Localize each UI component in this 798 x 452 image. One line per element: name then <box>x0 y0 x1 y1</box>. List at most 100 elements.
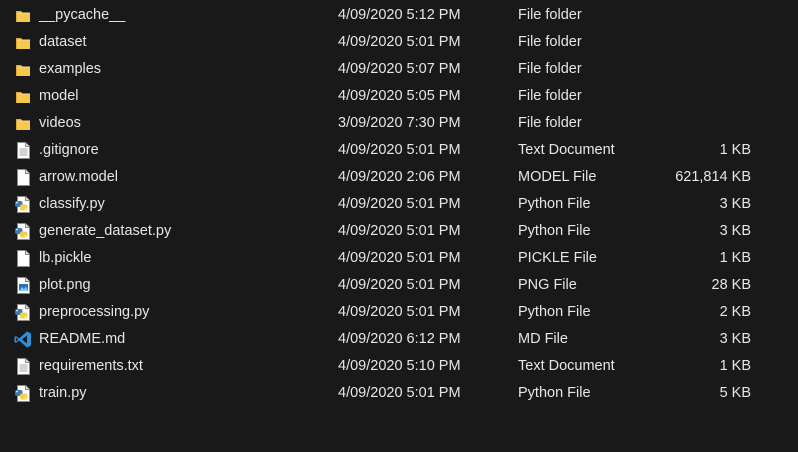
file-icon-cell <box>14 56 34 83</box>
file-size: 3 KB <box>719 331 751 347</box>
file-type: Text Document <box>518 358 615 374</box>
blank-file-icon <box>14 169 32 186</box>
file-size: 2 KB <box>719 304 751 320</box>
file-icon-cell <box>14 380 34 407</box>
file-size: 3 KB <box>719 223 751 239</box>
file-row[interactable]: .gitignore 4/09/2020 5:01 PM Text Document… <box>0 137 798 164</box>
python-file-icon <box>14 196 32 213</box>
python-file-icon <box>14 304 32 321</box>
folder-icon <box>14 61 32 78</box>
file-row[interactable]: dataset 4/09/2020 5:01 PM File folder <box>0 29 798 56</box>
file-row[interactable]: examples 4/09/2020 5:07 PM File folder <box>0 56 798 83</box>
file-row[interactable]: generate_dataset.py 4/09/2020 5:01 PM Pyth… <box>0 218 798 245</box>
file-row[interactable]: classify.py 4/09/2020 5:01 PM Python File 3… <box>0 191 798 218</box>
file-name: classify.py <box>39 196 105 212</box>
file-name: examples <box>39 61 102 77</box>
file-date-modified: 4/09/2020 5:01 PM <box>338 250 461 266</box>
file-date-modified: 4/09/2020 5:01 PM <box>338 385 461 401</box>
file-row[interactable]: arrow.model 4/09/2020 2:06 PM MODEL File 62… <box>0 164 798 191</box>
file-type: MODEL File <box>518 169 597 185</box>
file-name: .gitignore <box>39 142 99 158</box>
file-name: requirements.txt <box>39 358 143 374</box>
folder-icon <box>14 34 32 51</box>
file-type: File folder <box>518 7 582 23</box>
python-file-icon <box>14 385 32 402</box>
file-date-modified: 4/09/2020 5:01 PM <box>338 142 461 158</box>
file-type: File folder <box>518 34 582 50</box>
file-type: File folder <box>518 61 582 77</box>
file-date-modified: 4/09/2020 5:05 PM <box>338 88 461 104</box>
file-icon-cell <box>14 2 34 29</box>
file-type: Python File <box>518 196 591 212</box>
file-name: videos <box>39 115 81 131</box>
file-date-modified: 4/09/2020 5:01 PM <box>338 196 461 212</box>
file-date-modified: 4/09/2020 5:07 PM <box>338 61 461 77</box>
file-row[interactable]: README.md 4/09/2020 6:12 PM MD File 3 KB <box>0 326 798 353</box>
image-file-icon <box>14 277 32 294</box>
file-list: __pycache__ 4/09/2020 5:12 PM File folder d… <box>0 2 798 407</box>
file-name: lb.pickle <box>39 250 92 266</box>
file-name: plot.png <box>39 277 91 293</box>
file-date-modified: 3/09/2020 7:30 PM <box>338 115 461 131</box>
file-row[interactable]: plot.png 4/09/2020 5:01 PM PNG File 28 KB <box>0 272 798 299</box>
vscode-icon <box>14 331 32 348</box>
file-date-modified: 4/09/2020 2:06 PM <box>338 169 461 185</box>
file-date-modified: 4/09/2020 5:01 PM <box>338 223 461 239</box>
file-date-modified: 4/09/2020 5:01 PM <box>338 34 461 50</box>
file-date-modified: 4/09/2020 5:01 PM <box>338 277 461 293</box>
file-row[interactable]: train.py 4/09/2020 5:01 PM Python File 5 KB <box>0 380 798 407</box>
folder-icon <box>14 115 32 132</box>
text-document-icon <box>14 142 32 159</box>
file-name: arrow.model <box>39 169 118 185</box>
file-row[interactable]: preprocessing.py 4/09/2020 5:01 PM Python … <box>0 299 798 326</box>
file-size: 1 KB <box>719 250 751 266</box>
file-name: preprocessing.py <box>39 304 150 320</box>
file-icon-cell <box>14 272 34 299</box>
file-icon-cell <box>14 164 34 191</box>
file-size: 28 KB <box>711 277 752 293</box>
file-icon-cell <box>14 83 34 110</box>
file-size: 621,814 KB <box>675 169 751 185</box>
file-date-modified: 4/09/2020 5:01 PM <box>338 304 461 320</box>
file-icon-cell <box>14 137 34 164</box>
file-size: 1 KB <box>719 142 751 158</box>
text-document-icon <box>14 358 32 375</box>
file-row[interactable]: requirements.txt 4/09/2020 5:10 PM Text Do… <box>0 353 798 380</box>
file-icon-cell <box>14 29 34 56</box>
file-type: Text Document <box>518 142 615 158</box>
file-type: PICKLE File <box>518 250 597 266</box>
file-date-modified: 4/09/2020 5:12 PM <box>338 7 461 23</box>
file-date-modified: 4/09/2020 6:12 PM <box>338 331 461 347</box>
file-type: Python File <box>518 385 591 401</box>
file-type: File folder <box>518 88 582 104</box>
file-type: PNG File <box>518 277 577 293</box>
file-date-modified: 4/09/2020 5:10 PM <box>338 358 461 374</box>
file-name: model <box>39 88 79 104</box>
file-row[interactable]: model 4/09/2020 5:05 PM File folder <box>0 83 798 110</box>
file-name: dataset <box>39 34 87 50</box>
file-type: Python File <box>518 304 591 320</box>
file-icon-cell <box>14 245 34 272</box>
file-name: README.md <box>39 331 126 347</box>
file-icon-cell <box>14 191 34 218</box>
blank-file-icon <box>14 250 32 267</box>
file-size: 5 KB <box>719 385 751 401</box>
file-icon-cell <box>14 299 34 326</box>
folder-icon <box>14 7 32 24</box>
file-row[interactable]: __pycache__ 4/09/2020 5:12 PM File folder <box>0 2 798 29</box>
file-size: 3 KB <box>719 196 751 212</box>
file-icon-cell <box>14 326 34 353</box>
file-type: MD File <box>518 331 568 347</box>
file-type: File folder <box>518 115 582 131</box>
file-size: 1 KB <box>719 358 751 374</box>
file-row[interactable]: videos 3/09/2020 7:30 PM File folder <box>0 110 798 137</box>
file-name: train.py <box>39 385 87 401</box>
folder-icon <box>14 88 32 105</box>
file-icon-cell <box>14 110 34 137</box>
python-file-icon <box>14 223 32 240</box>
file-icon-cell <box>14 353 34 380</box>
file-row[interactable]: lb.pickle 4/09/2020 5:01 PM PICKLE File 1 K… <box>0 245 798 272</box>
file-type: Python File <box>518 223 591 239</box>
file-name: __pycache__ <box>39 7 126 23</box>
file-icon-cell <box>14 218 34 245</box>
